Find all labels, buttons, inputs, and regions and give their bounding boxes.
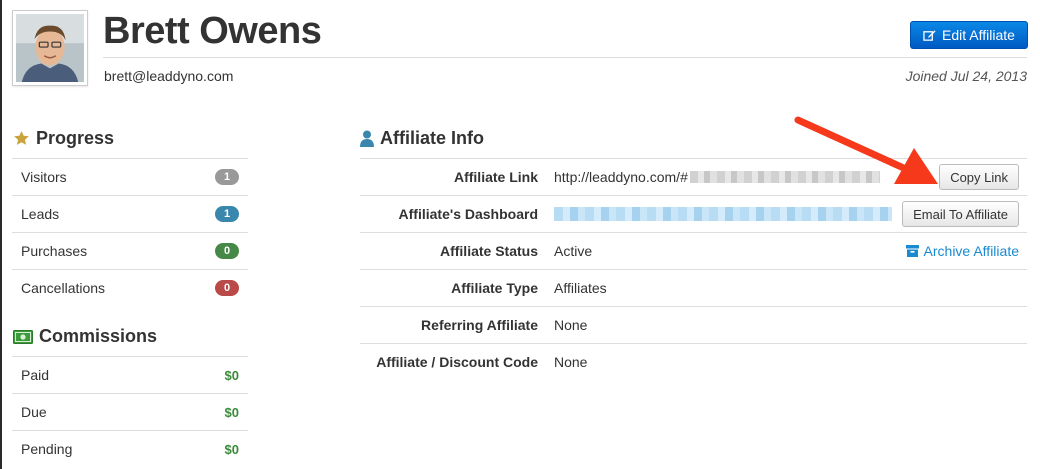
- info-value: http://leaddyno.com/#: [554, 169, 688, 185]
- edit-icon: [923, 29, 936, 41]
- user-icon: [360, 130, 374, 147]
- progress-row-visitors: Visitors 1: [12, 158, 248, 195]
- info-label: Affiliate Type: [451, 280, 538, 296]
- affiliate-name: Brett Owens: [103, 10, 322, 52]
- affiliate-info-heading: Affiliate Info: [360, 128, 484, 149]
- edit-affiliate-button[interactable]: Edit Affiliate: [910, 21, 1028, 49]
- commission-label: Due: [21, 404, 47, 420]
- progress-label: Visitors: [21, 169, 67, 185]
- count-badge: 1: [215, 206, 239, 222]
- money-icon: [13, 329, 33, 344]
- dashboard-link[interactable]: [554, 207, 892, 221]
- archive-icon: [905, 245, 919, 257]
- progress-title: Progress: [36, 128, 115, 148]
- info-row-type: Affiliate Type Affiliates: [360, 269, 1027, 306]
- avatar: [12, 10, 88, 86]
- commissions-heading: Commissions: [13, 326, 157, 347]
- commission-label: Paid: [21, 367, 50, 383]
- info-value: Affiliates: [554, 280, 607, 296]
- count-badge: 0: [215, 243, 239, 259]
- commission-amount: $0: [224, 367, 239, 383]
- annotation-arrow-icon: [794, 116, 938, 184]
- info-row-discount-code: Affiliate / Discount Code None: [360, 343, 1027, 380]
- affiliate-email: brett@leaddyno.com: [104, 68, 234, 84]
- edit-affiliate-label: Edit Affiliate: [942, 27, 1015, 43]
- archive-affiliate-label: Archive Affiliate: [923, 243, 1019, 259]
- info-value: None: [554, 354, 588, 370]
- redacted-link: [554, 207, 892, 221]
- progress-row-cancellations: Cancellations 0: [12, 269, 248, 306]
- affiliate-info-title: Affiliate Info: [380, 128, 484, 148]
- count-badge: 0: [215, 280, 239, 296]
- info-label: Affiliate's Dashboard: [398, 206, 538, 222]
- info-row-dashboard: Affiliate's Dashboard Email To Affiliate: [360, 195, 1027, 232]
- progress-label: Cancellations: [21, 280, 106, 296]
- info-value: None: [554, 317, 588, 333]
- progress-row-leads: Leads 1: [12, 195, 248, 232]
- commission-row-paid: Paid $0: [12, 356, 248, 393]
- commissions-title: Commissions: [39, 326, 158, 346]
- avatar-photo: [16, 14, 84, 82]
- info-row-referring: Referring Affiliate None: [360, 306, 1027, 343]
- commission-label: Pending: [21, 441, 73, 457]
- window-left-edge: [0, 0, 2, 469]
- info-label: Affiliate / Discount Code: [376, 354, 538, 370]
- progress-list: Visitors 1 Leads 1 Purchases 0 Cancellat…: [12, 158, 248, 306]
- commissions-list: Paid $0 Due $0 Pending $0: [12, 356, 248, 467]
- progress-label: Leads: [21, 206, 60, 222]
- header-divider: [103, 57, 1027, 58]
- info-label: Referring Affiliate: [421, 317, 538, 333]
- email-to-affiliate-button[interactable]: Email To Affiliate: [902, 201, 1019, 227]
- joined-date: Joined Jul 24, 2013: [905, 68, 1027, 84]
- progress-label: Purchases: [21, 243, 88, 259]
- info-row-status: Affiliate Status Active Archive Affiliat…: [360, 232, 1027, 269]
- progress-heading: Progress: [13, 128, 114, 149]
- info-label: Affiliate Link: [453, 169, 538, 185]
- archive-affiliate-link[interactable]: Archive Affiliate: [905, 243, 1019, 259]
- commission-amount: $0: [224, 441, 239, 457]
- progress-row-purchases: Purchases 0: [12, 232, 248, 269]
- commission-amount: $0: [224, 404, 239, 420]
- star-icon: [14, 131, 29, 145]
- count-badge: 1: [215, 169, 239, 185]
- commission-row-pending: Pending $0: [12, 430, 248, 467]
- info-value: Active: [554, 243, 593, 259]
- commission-row-due: Due $0: [12, 393, 248, 430]
- info-label: Affiliate Status: [439, 243, 538, 259]
- copy-link-button[interactable]: Copy Link: [939, 164, 1019, 190]
